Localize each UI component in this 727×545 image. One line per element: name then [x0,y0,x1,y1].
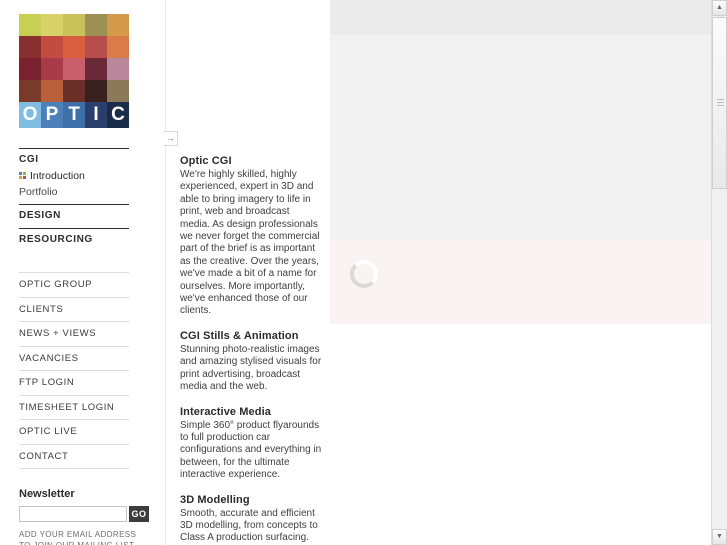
nav-section-resourcing: RESOURCING [19,228,129,248]
logo-letter: C [107,102,129,128]
content-heading: Optic CGI [180,155,232,167]
logo-swatch [85,36,107,58]
newsletter-email-input[interactable] [19,506,127,522]
logo-swatch [85,58,107,80]
content-heading: Interactive Media [180,405,271,418]
nav-heading-cgi[interactable]: CGI [19,153,129,168]
logo-swatch [19,80,41,102]
logo-swatch [85,80,107,102]
stage-middle-band [330,35,715,240]
logo-swatch [85,14,107,36]
content-body: Stunning photo-realistic images and amaz… [180,343,322,393]
stage-top-band [330,0,715,35]
content-body: We're highly skilled, highly experienced… [180,169,320,317]
page-root: O P T I C CGI Introduction Portfolio DES… [0,0,727,545]
primary-nav: CGI Introduction Portfolio DESIGN RESOUR… [19,148,129,252]
logo-swatch [107,36,129,58]
content-block: 3D Modelling Smooth, accurate and effici… [180,494,322,545]
newsletter-title: Newsletter [19,488,75,500]
sidebar-item-label: Introduction [30,170,85,182]
logo-letter: I [85,102,107,128]
content-block: Interactive Media Simple 360° product fl… [180,406,322,482]
logo-letter: O [19,102,41,128]
sidebar-item-ftp-login[interactable]: FTP LOGIN [19,370,129,395]
scrollbar-grip-icon [717,99,724,107]
newsletter-signup: Newsletter GO ADD YOUR EMAIL ADDRESS TO … [19,488,149,545]
loading-spinner-icon [350,260,378,288]
logo-swatch [19,36,41,58]
logo-swatch [19,14,41,36]
logo-swatch [19,58,41,80]
sidebar-collapse-handle[interactable]: → [164,131,178,146]
nav-heading-design[interactable]: DESIGN [19,209,129,224]
secondary-nav: OPTIC GROUP CLIENTS NEWS + VIEWS VACANCI… [19,272,129,469]
scrollbar-thumb[interactable] [712,17,727,189]
content-column: Optic CGI We're highly skilled, highly e… [180,155,322,545]
sidebar-item-portfolio[interactable]: Portfolio [19,184,129,200]
logo-swatch-row [19,14,129,36]
content-heading: 3D Modelling [180,493,250,506]
scroll-down-arrow-icon[interactable]: ▼ [712,529,727,545]
nav-section-design: DESIGN [19,204,129,224]
sidebar-item-clients[interactable]: CLIENTS [19,296,129,322]
newsletter-go-button[interactable]: GO [129,506,149,522]
newsletter-note-line2: TO JOIN OUR MAILING LIST [19,540,149,545]
content-body: Smooth, accurate and efficient 3D modell… [180,507,318,544]
sidebar-item-optic-live[interactable]: OPTIC LIVE [19,419,129,444]
logo-wordmark: O P T I C [19,102,129,128]
sidebar-item-news-views[interactable]: NEWS + VIEWS [19,321,129,346]
logo-swatch-row [19,58,129,80]
content-body: Simple 360° product flyarounds to full p… [180,419,322,481]
sidebar: O P T I C CGI Introduction Portfolio DES… [0,0,166,545]
logo-swatch-row [19,80,129,102]
sidebar-item-introduction[interactable]: Introduction [19,168,129,184]
logo-swatch [41,80,63,102]
logo-swatch [41,14,63,36]
media-stage [330,0,715,545]
four-square-bullet-icon [19,172,26,179]
nav-section-cgi: CGI Introduction Portfolio [19,148,129,200]
content-block: CGI Stills & Animation Stunning photo-re… [180,330,322,394]
logo-swatch [41,58,63,80]
logo-swatch-row [19,36,129,58]
logo-swatch [63,58,85,80]
newsletter-form: GO [19,506,149,522]
optic-logo[interactable]: O P T I C [19,14,129,128]
logo-swatch [63,14,85,36]
sidebar-item-vacancies[interactable]: VACANCIES [19,345,129,371]
scroll-up-arrow-icon[interactable]: ▲ [712,0,727,16]
logo-swatch [107,58,129,80]
logo-swatch [107,80,129,102]
content-block: Optic CGI We're highly skilled, highly e… [180,155,322,318]
newsletter-note-line1: ADD YOUR EMAIL ADDRESS [19,530,137,539]
sidebar-item-timesheet-login[interactable]: TIMESHEET LOGIN [19,394,129,420]
nav-heading-resourcing[interactable]: RESOURCING [19,233,129,248]
content-heading: CGI Stills & Animation [180,329,299,342]
logo-swatch [107,14,129,36]
logo-letter: P [41,102,63,128]
sidebar-item-contact[interactable]: CONTACT [19,443,129,469]
stage-loading-band [330,240,715,324]
sidebar-item-optic-group[interactable]: OPTIC GROUP [19,272,129,297]
logo-letter: T [63,102,85,128]
logo-swatch [63,80,85,102]
logo-swatch [63,36,85,58]
page-scrollbar[interactable]: ▲ ▼ [711,0,727,545]
logo-swatch [41,36,63,58]
